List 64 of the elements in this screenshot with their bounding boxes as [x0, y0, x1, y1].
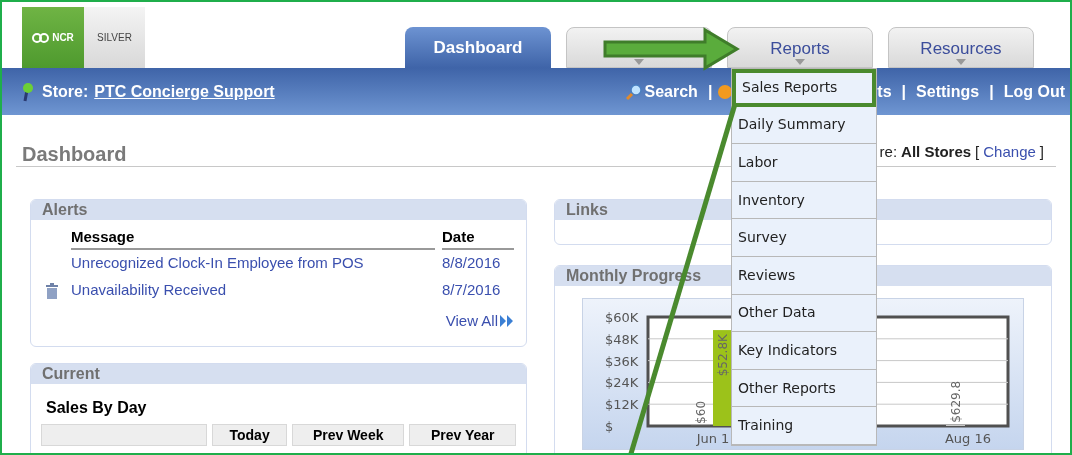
bracket-text: [ — [975, 142, 980, 162]
bracket-text: ] — [1039, 142, 1044, 162]
caret-icon — [634, 59, 644, 65]
axis-tick-label: $24K — [605, 374, 639, 390]
column-header: Date — [442, 225, 514, 250]
product-logo: SILVER — [84, 7, 145, 68]
nav-link[interactable]: Log Out — [1003, 79, 1065, 104]
axis-tick-label: $36K — [605, 353, 639, 369]
divider-text: | — [707, 81, 713, 102]
trash-icon[interactable] — [45, 282, 59, 299]
menu-item[interactable]: Sales Reports — [732, 69, 876, 107]
menu-item[interactable]: Daily Summary — [732, 106, 876, 145]
alert-date: 8/7/2016 — [442, 280, 501, 301]
menu-item[interactable]: Key Indicators — [732, 332, 876, 370]
change-link[interactable]: Change — [983, 141, 1036, 164]
caret-icon — [795, 59, 805, 65]
nav-tab[interactable]: Reports — [727, 27, 873, 68]
column-header: Today — [212, 423, 287, 446]
alert-message-link[interactable]: Unavailability Received — [71, 279, 442, 302]
column-header: Prev Week — [291, 423, 405, 446]
menu-item[interactable]: Labor — [732, 144, 876, 182]
divider-text: | — [989, 81, 994, 102]
bar-value-label: $60 — [694, 400, 708, 424]
search-icon — [624, 82, 643, 101]
menu-item[interactable]: Reviews — [732, 256, 876, 295]
store-link[interactable]: PTC Concierge Support — [94, 79, 275, 104]
panel-title: Links — [566, 201, 608, 218]
panel-title: Alerts — [42, 201, 88, 218]
column-header: Message — [71, 225, 435, 250]
nav-link[interactable]: Search — [644, 79, 698, 104]
axis-tick-label: $48K — [605, 331, 639, 347]
bar-value-label: $629.8 — [949, 380, 963, 423]
store-filter-label: re: — [879, 142, 898, 162]
nav-link[interactable]: Settings — [916, 79, 980, 104]
alert-date: 8/8/2016 — [442, 253, 501, 274]
nav-tab[interactable]: Resources — [888, 27, 1034, 68]
store-label: Store: — [42, 81, 89, 102]
alert-icon — [718, 84, 733, 99]
menu-item[interactable]: Survey — [732, 219, 876, 257]
divider-text: | — [901, 81, 907, 102]
menu-item[interactable]: Inventory — [732, 181, 876, 220]
axis-tick-label: $60K — [605, 309, 639, 325]
view-all-link[interactable]: View All — [445, 310, 498, 333]
panel-title: Current — [42, 365, 100, 382]
page-title: Dashboard — [22, 143, 127, 164]
rings-icon — [32, 32, 51, 43]
axis-category-label: Aug 16 — [944, 430, 992, 446]
caret-icon — [956, 59, 966, 65]
double-chevron-icon — [500, 315, 514, 328]
menu-item[interactable]: Other Reports — [732, 369, 876, 408]
menu-item[interactable]: Other Data — [732, 294, 876, 333]
alert-message-link[interactable]: Unrecognized Clock-In Employee from POS — [71, 252, 442, 275]
axis-category-label: Jun 1 — [696, 430, 730, 446]
store-filter-value: All Stores — [901, 142, 972, 162]
nav-tab[interactable]: Dashboard — [405, 27, 551, 68]
column-header: Prev Year — [409, 423, 516, 446]
menu-item[interactable]: Training — [732, 407, 876, 445]
bar-value-label: $52.8K — [716, 333, 730, 376]
pin-icon — [22, 81, 34, 102]
axis-tick-label: $12K — [605, 396, 639, 412]
brand-logo: NCR — [22, 7, 84, 68]
section-subtitle: Sales By Day — [46, 397, 148, 418]
axis-tick-label: $ — [605, 418, 614, 434]
nav-link[interactable]: ts — [877, 79, 892, 104]
